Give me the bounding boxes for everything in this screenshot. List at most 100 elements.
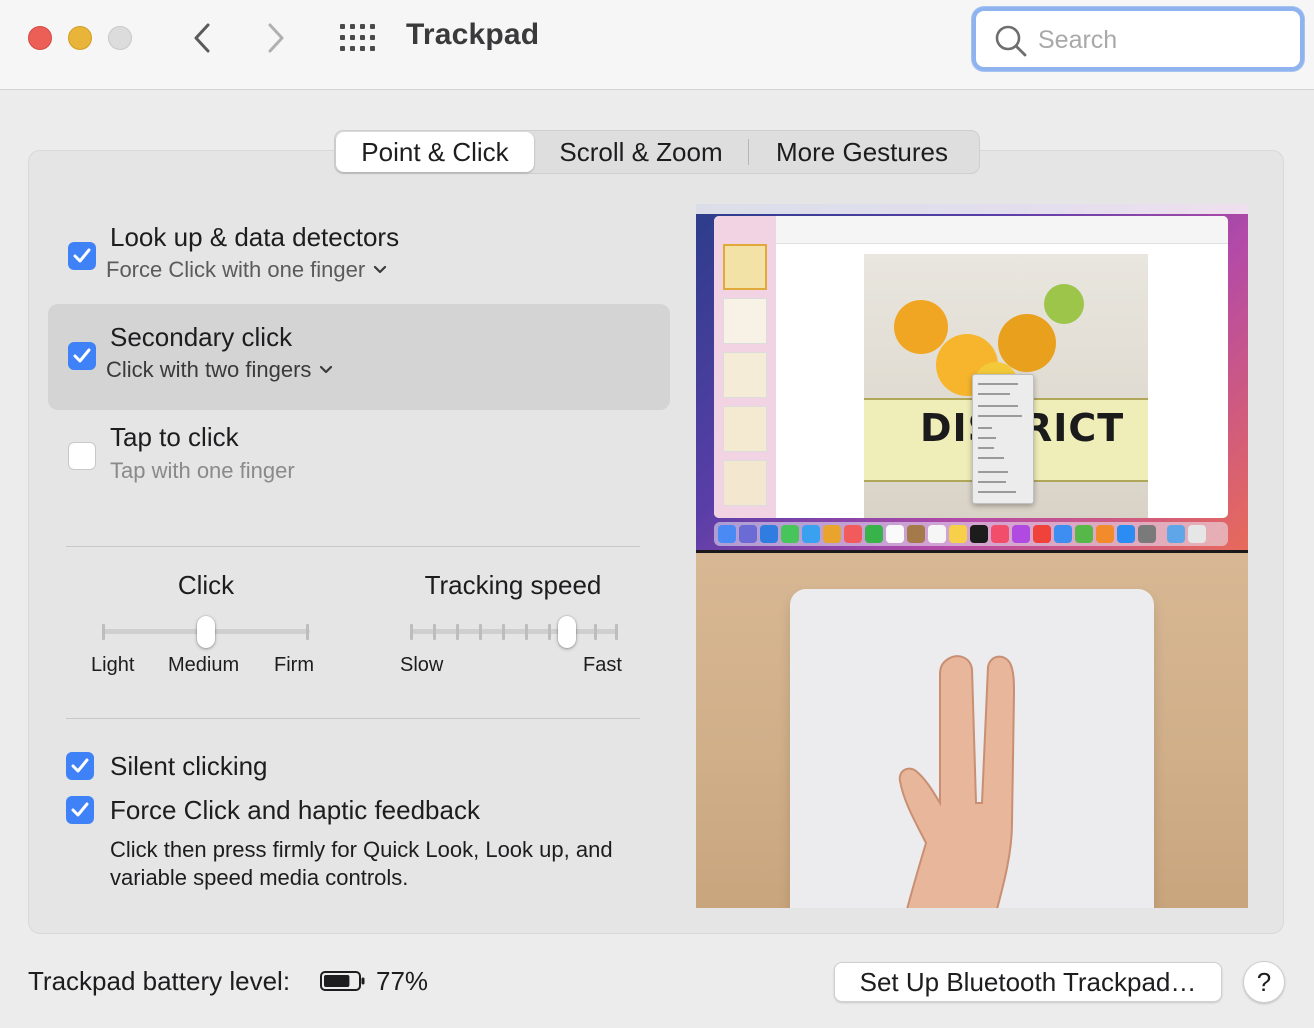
chevron-down-icon — [320, 365, 333, 374]
search-field[interactable] — [972, 7, 1304, 71]
preview-dock-icon — [1012, 525, 1030, 543]
show-all-button[interactable] — [338, 22, 378, 54]
preview-menu-line — [978, 447, 994, 449]
preview-dock-icon — [865, 525, 883, 543]
battery-percent: 77% — [376, 966, 429, 996]
preview-dock-icon — [991, 525, 1009, 543]
tab-scroll-and-zoom[interactable]: Scroll & Zoom — [534, 132, 748, 172]
click-medium-label: Medium — [168, 654, 240, 676]
preview-dock-icon — [949, 525, 967, 543]
checkmark-icon — [73, 348, 91, 363]
lookup-title: Look up & data detectors — [110, 222, 400, 252]
click-slider-knob[interactable] — [197, 616, 215, 648]
force-click-checkbox[interactable] — [66, 796, 94, 824]
preview-menu-line — [978, 457, 1004, 459]
tracking-speed-title: Tracking speed — [424, 570, 602, 600]
preview-dock-icon — [1075, 525, 1093, 543]
lookup-gesture-dropdown[interactable]: Force Click with one finger — [106, 257, 387, 283]
tracking-slider-tick — [410, 624, 413, 640]
minimize-button[interactable] — [68, 26, 92, 50]
force-click-label: Force Click and haptic feedback — [110, 795, 480, 825]
chevron-down-icon — [374, 265, 387, 274]
secondary-click-title: Secondary click — [110, 322, 293, 352]
preview-menu-line — [978, 383, 1018, 385]
secondary-click-checkbox[interactable] — [68, 342, 96, 370]
preview-dock-icon — [844, 525, 862, 543]
secondary-click-gesture-dropdown[interactable]: Click with two fingers — [106, 357, 333, 383]
tab-point-and-click[interactable]: Point & Click — [336, 132, 534, 172]
tracking-slider-track — [410, 629, 618, 634]
lookup-checkbox[interactable] — [68, 242, 96, 270]
click-slider-tick — [306, 624, 309, 640]
preview-dock-icon — [1188, 525, 1206, 543]
chevron-right-icon — [268, 23, 284, 53]
preview-thumb — [723, 460, 767, 506]
preview-menubar — [696, 204, 1248, 214]
preview-dock — [714, 522, 1228, 546]
preview-fruit — [894, 300, 948, 354]
tap-to-click-title: Tap to click — [110, 422, 239, 452]
forward-button[interactable] — [260, 20, 292, 56]
preview-thumb — [723, 352, 767, 398]
close-button[interactable] — [28, 26, 52, 50]
preview-menu-line — [978, 393, 1010, 395]
window-toolbar: Trackpad — [0, 0, 1314, 90]
tracking-slider-tick — [479, 624, 482, 640]
tracking-slider-tick — [502, 624, 505, 640]
tracking-slider-tick — [548, 624, 551, 640]
preview-menu-line — [978, 427, 992, 429]
zoom-button[interactable] — [108, 26, 132, 50]
preview-menu-line — [978, 471, 1008, 473]
click-slider-title: Click — [177, 570, 235, 600]
battery-icon — [320, 971, 365, 991]
preview-dock-icon — [928, 525, 946, 543]
preview-mac-screen: DISTRICT — [696, 204, 1248, 550]
window-title: Trackpad — [406, 18, 540, 51]
search-icon — [995, 25, 1027, 57]
preview-thumb — [723, 298, 767, 344]
preview-doc-toolbar — [776, 216, 1228, 244]
silent-clicking-checkbox[interactable] — [66, 752, 94, 780]
click-slider-tick — [102, 624, 105, 640]
checkmark-icon — [71, 758, 89, 773]
chevron-left-icon — [194, 23, 210, 53]
preview-page-thumbnails — [714, 216, 776, 518]
tap-to-click-checkbox[interactable] — [68, 442, 96, 470]
tracking-slider-tick — [433, 624, 436, 640]
back-button[interactable] — [186, 20, 218, 56]
preview-dock-icon — [1117, 525, 1135, 543]
setup-bluetooth-trackpad-button[interactable]: Set Up Bluetooth Trackpad… — [834, 962, 1222, 1002]
preview-dock-icon — [1167, 525, 1185, 543]
tracking-slider-tick — [594, 624, 597, 640]
tap-to-click-subtitle: Tap with one finger — [110, 458, 295, 483]
divider — [66, 546, 640, 547]
click-firm-label: Firm — [274, 654, 314, 676]
tab-bar: Point & Click Scroll & Zoom More Gesture… — [334, 130, 980, 174]
battery-level-label: Trackpad battery level: — [28, 966, 291, 996]
preview-dock-icon — [1033, 525, 1051, 543]
preview-desk — [696, 550, 1248, 908]
tracking-slider-tick — [525, 624, 528, 640]
tracking-slider-knob[interactable] — [558, 616, 576, 648]
help-button[interactable]: ? — [1243, 961, 1285, 1003]
show-all-grid-icon — [340, 24, 375, 51]
click-light-label: Light — [91, 654, 135, 676]
tab-more-gestures[interactable]: More Gestures — [749, 132, 975, 172]
tracking-slow-label: Slow — [400, 654, 444, 676]
preview-menu-line — [978, 491, 1016, 493]
secondary-click-gesture-label: Click with two fingers — [106, 357, 312, 382]
preview-thumb — [723, 244, 767, 290]
preview-dock-icon — [718, 525, 736, 543]
preview-menu-line — [978, 437, 996, 439]
search-input[interactable] — [1038, 23, 1288, 57]
preview-menu-line — [978, 481, 1006, 483]
checkmark-icon — [71, 802, 89, 817]
preview-dock-icon — [1138, 525, 1156, 543]
preview-dock-icon — [802, 525, 820, 543]
preview-fruit — [1044, 284, 1084, 324]
tracking-fast-label: Fast — [583, 654, 622, 676]
two-finger-hand-icon — [898, 655, 1016, 908]
preview-dock-icon — [760, 525, 778, 543]
tracking-slider-tick — [615, 624, 618, 640]
preview-pages-window: DISTRICT — [714, 216, 1228, 518]
